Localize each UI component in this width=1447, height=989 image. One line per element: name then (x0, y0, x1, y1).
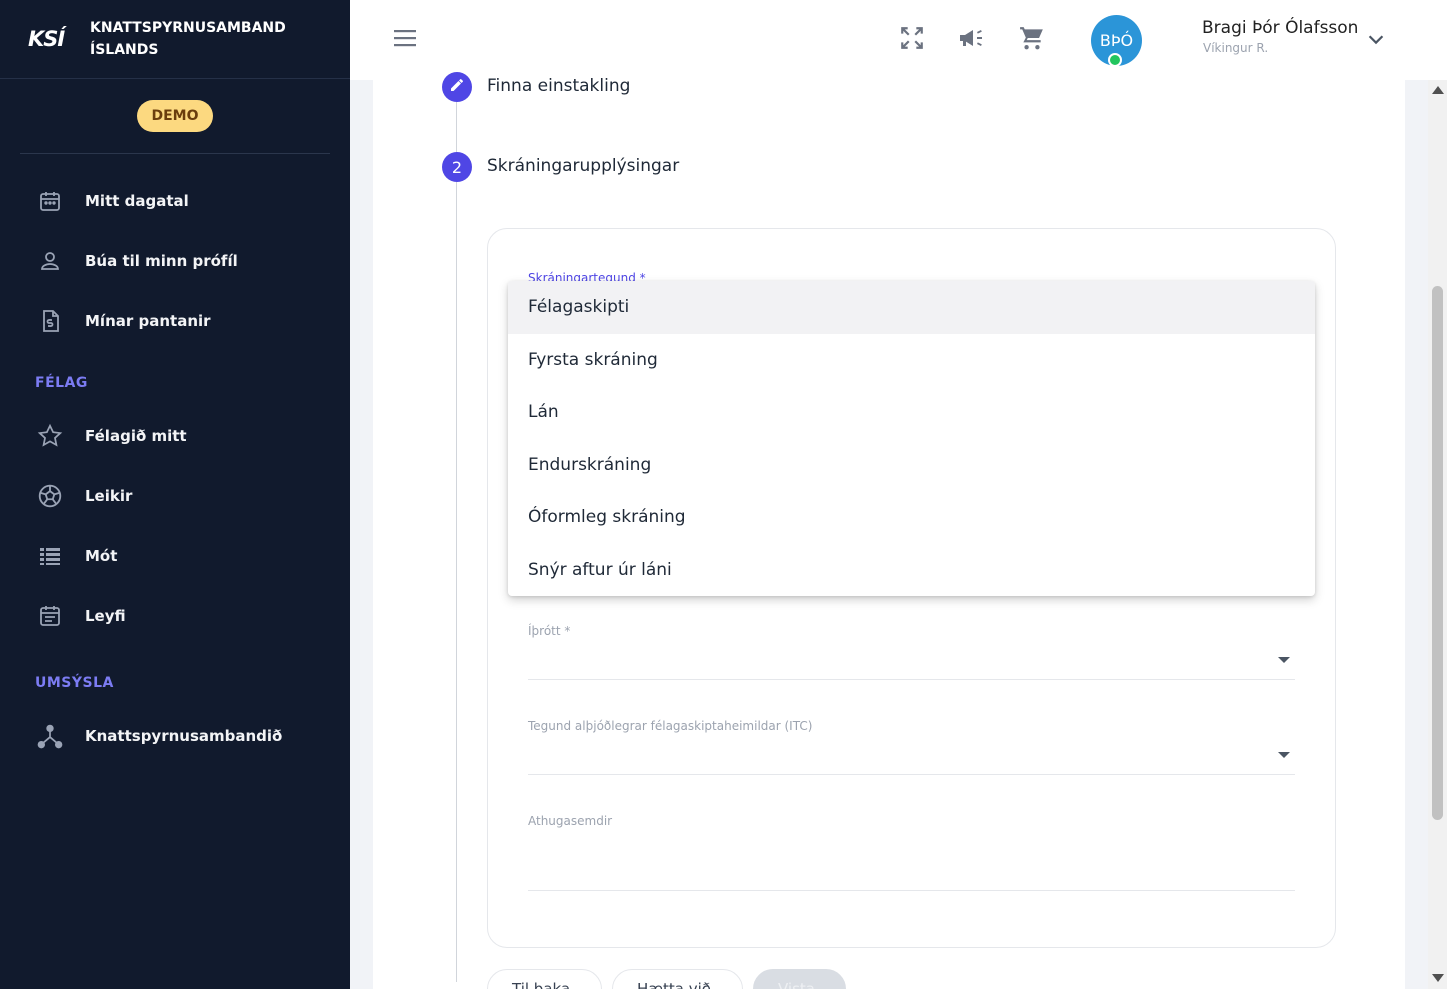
step-1-indicator[interactable] (442, 72, 472, 102)
user-name[interactable]: Bragi Þór Ólafsson (1202, 18, 1358, 38)
brand-name-line2: ÍSLANDS (90, 42, 159, 58)
scroll-down-arrow-icon[interactable] (1432, 974, 1444, 982)
sport-label: Íþrótt * (528, 624, 571, 638)
sidebar-item-label: Mót (85, 547, 118, 565)
sidebar-item-label: Mínar pantanir (85, 312, 211, 330)
sidebar-item-label: Leyfi (85, 607, 126, 625)
caret-down-icon[interactable] (1278, 657, 1290, 663)
cart-icon (1019, 25, 1045, 55)
sidebar-item-label: Búa til minn prófíl (85, 252, 238, 270)
brand-logo: KSÍ (28, 27, 65, 51)
brand-header[interactable]: KSÍ KNATTSPYRNUSAMBAND ÍSLANDS (0, 0, 350, 79)
hub-icon (36, 722, 64, 750)
cart-button[interactable] (1016, 24, 1048, 56)
sidebar-item-label: Knattspyrnusambandið (85, 727, 283, 745)
dropdown-option[interactable]: Óformleg skráning (508, 491, 1315, 544)
soccer-ball-icon (36, 482, 64, 510)
sidebar-item-licenses[interactable]: Leyfi (0, 594, 350, 638)
sport-select[interactable] (528, 679, 1295, 680)
sidebar-item-games[interactable]: Leikir (0, 474, 350, 518)
caret-down-icon[interactable] (1278, 752, 1290, 758)
itc-label: Tegund alþjóðlegrar félagaskiptaheimilda… (528, 719, 813, 733)
registration-type-dropdown: Félagaskipti Fyrsta skráning Lán Endursk… (508, 281, 1315, 596)
section-heading-felag: FÉLAG (35, 375, 88, 391)
calendar-icon (36, 187, 64, 215)
document-calendar-icon (36, 602, 64, 630)
brand-name: KNATTSPYRNUSAMBAND ÍSLANDS (90, 17, 286, 61)
demo-badge-wrap: DEMO (20, 79, 330, 154)
chevron-down-icon (1365, 35, 1387, 54)
user-menu-toggle[interactable] (1365, 28, 1387, 54)
sidebar-item-federation[interactable]: Knattspyrnusambandið (0, 714, 350, 758)
online-status-dot (1108, 53, 1122, 67)
comments-label: Athugasemdir (528, 814, 613, 828)
sidebar-item-orders[interactable]: Mínar pantanir (0, 299, 350, 343)
dropdown-option[interactable]: Félagaskipti (508, 281, 1315, 334)
comments-field[interactable] (528, 890, 1295, 891)
step-connector (456, 182, 457, 982)
scrollbar-thumb[interactable] (1432, 286, 1443, 820)
star-icon (36, 422, 64, 450)
announcements-button[interactable] (956, 24, 988, 56)
fullscreen-button[interactable] (896, 24, 928, 56)
cancel-button[interactable]: Hætta við (612, 969, 743, 989)
menu-button[interactable] (389, 24, 421, 56)
section-heading-umsysla: UMSÝSLA (35, 675, 114, 691)
sidebar: KSÍ KNATTSPYRNUSAMBAND ÍSLANDS DEMO Mitt… (0, 0, 350, 989)
hamburger-icon (393, 26, 417, 54)
back-button[interactable]: Til baka (487, 969, 602, 989)
brand-name-line1: KNATTSPYRNUSAMBAND (90, 20, 286, 36)
sidebar-item-label: Leikir (85, 487, 133, 505)
sidebar-item-profile[interactable]: Búa til minn prófíl (0, 239, 350, 283)
fullscreen-icon (899, 25, 925, 55)
sidebar-item-tournaments[interactable]: Mót (0, 534, 350, 578)
dropdown-option[interactable]: Snýr aftur úr láni (508, 544, 1315, 597)
pencil-icon (449, 77, 465, 97)
table-list-icon (36, 542, 64, 570)
megaphone-icon (958, 25, 986, 55)
sidebar-item-label: Félagið mitt (85, 427, 187, 445)
scrollbar[interactable] (1428, 80, 1447, 989)
dropdown-option[interactable]: Lán (508, 386, 1315, 439)
demo-badge: DEMO (137, 100, 213, 132)
step-1-label[interactable]: Finna einstakling (487, 76, 630, 96)
invoice-icon (36, 307, 64, 335)
dropdown-option[interactable]: Fyrsta skráning (508, 334, 1315, 387)
step-2-indicator: 2 (442, 152, 472, 182)
user-club: Víkingur R. (1203, 41, 1269, 55)
save-button[interactable]: Vista (753, 969, 846, 989)
person-icon (36, 247, 64, 275)
itc-select[interactable] (528, 774, 1295, 775)
dropdown-option[interactable]: Endurskráning (508, 439, 1315, 492)
step-2-label: Skráningarupplýsingar (487, 156, 680, 176)
step-connector (456, 102, 457, 154)
sidebar-item-calendar[interactable]: Mitt dagatal (0, 179, 350, 223)
sidebar-item-my-club[interactable]: Félagið mitt (0, 414, 350, 458)
scroll-up-arrow-icon[interactable] (1432, 86, 1444, 94)
sidebar-item-label: Mitt dagatal (85, 192, 189, 210)
topbar: BÞÓ Bragi Þór Ólafsson Víkingur R. (350, 0, 1447, 80)
